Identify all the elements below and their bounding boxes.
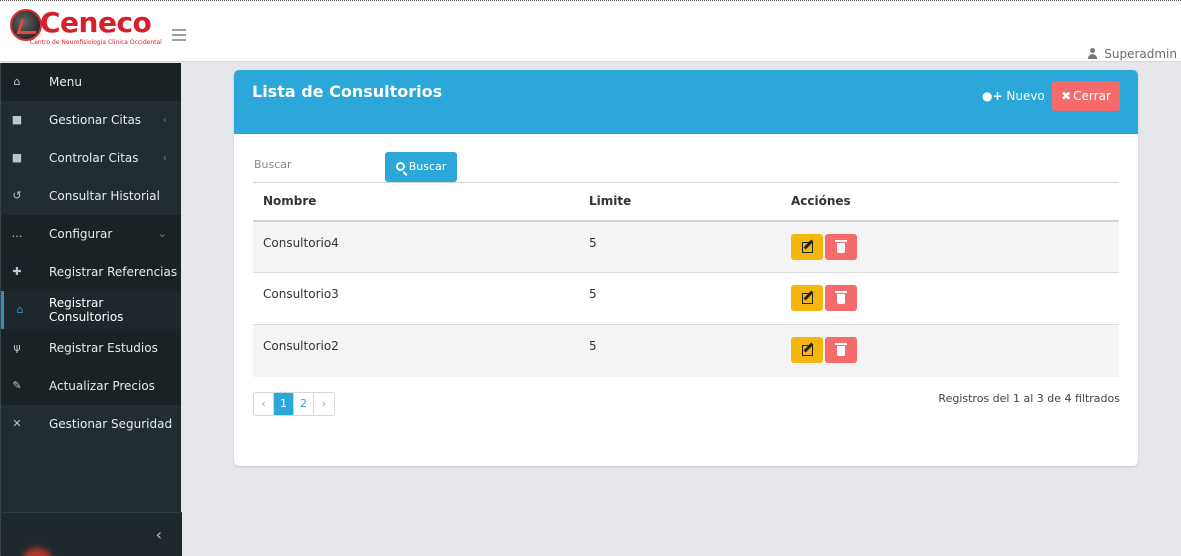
- sidebar-item-gestionar-citas[interactable]: ■ Gestionar Citas ‹: [1, 101, 181, 139]
- sidebar-item-label: Controlar Citas: [49, 151, 139, 165]
- cell-limite: 5: [579, 272, 781, 325]
- top-navbar: Ceneco Centro de Neurofisiología Clínica…: [0, 0, 1181, 62]
- sidebar-item-label: Registrar Estudios: [49, 341, 158, 355]
- clipboard-icon: ■: [11, 151, 23, 164]
- sidebar-item-label: Registrar Referencias: [49, 265, 178, 279]
- cell-nombre: Consultorio2: [253, 324, 579, 377]
- brain-logo-icon: [10, 9, 42, 41]
- sidebar-item-registrar-estudios[interactable]: ψ Registrar Estudios: [1, 329, 181, 367]
- sidebar-item-label: Menu: [49, 75, 82, 89]
- sidebar-item-gestionar-seguridad[interactable]: ✕ Gestionar Seguridad ‹: [1, 405, 181, 443]
- nuevo-button[interactable]: ●+ Nuevo: [982, 83, 1045, 109]
- user-icon: [1088, 48, 1102, 59]
- home-icon: ⌂: [13, 75, 21, 88]
- prev-page-button[interactable]: ‹: [254, 393, 274, 415]
- user-plus-icon: ●+: [982, 89, 1003, 103]
- cell-acciones: [781, 324, 1119, 377]
- delete-button[interactable]: [825, 337, 857, 363]
- sidebar-item-label: Gestionar Citas: [49, 113, 142, 127]
- page-1-button[interactable]: 1: [274, 393, 294, 415]
- consultorios-panel: Lista de Consultorios ●+ Nuevo ✖ Cerrar B…: [234, 70, 1138, 466]
- delete-button[interactable]: [825, 285, 857, 311]
- user-name: Superadmin: [1104, 47, 1177, 61]
- pagination: ‹ 1 2 ›: [253, 392, 335, 416]
- search-input[interactable]: Buscar: [254, 158, 292, 171]
- sidebar-item-configurar[interactable]: … Configurar ⌄: [1, 215, 181, 253]
- collapse-sidebar-icon[interactable]: ‹: [156, 525, 162, 544]
- edit-icon: ✎: [12, 379, 22, 392]
- next-page-button[interactable]: ›: [314, 393, 334, 415]
- chevron-left-icon: ‹: [162, 151, 167, 164]
- sidebar-item-controlar-citas[interactable]: ■ Controlar Citas ‹: [1, 139, 181, 177]
- logo-wordmark: Ceneco: [40, 6, 152, 39]
- hamburger-menu-icon[interactable]: [172, 29, 186, 41]
- column-header-limite[interactable]: Limite: [579, 182, 781, 222]
- buscar-button[interactable]: Buscar: [385, 152, 457, 182]
- consultorios-table: Nombre Limite Acciónes Consultorio4 5 Co…: [253, 182, 1119, 377]
- table-row: Consultorio3 5: [253, 272, 1119, 325]
- ceneco-logo[interactable]: Ceneco Centro de Neurofisiología Clínica…: [6, 5, 166, 55]
- nuevo-label: Nuevo: [1006, 89, 1045, 103]
- sidebar-item-registrar-consultorios[interactable]: ⌂ Registrar Consultorios: [1, 291, 181, 329]
- delete-button[interactable]: [825, 233, 857, 260]
- table-row: Consultorio4 5: [253, 220, 1119, 273]
- cerrar-label: Cerrar: [1073, 89, 1111, 103]
- table-row: Consultorio2 5: [253, 324, 1119, 377]
- records-summary: Registros del 1 al 3 de 4 filtrados: [938, 392, 1120, 405]
- sidebar-item-label: Consultar Historial: [49, 189, 160, 203]
- edit-button[interactable]: [791, 285, 823, 311]
- sidebar-collapse-bar: ‹: [1, 512, 182, 556]
- cell-acciones: [781, 220, 1119, 273]
- cell-limite: 5: [579, 324, 781, 377]
- edit-button[interactable]: [791, 337, 823, 363]
- cerrar-button[interactable]: ✖ Cerrar: [1052, 81, 1120, 111]
- sidebar-item-label: Configurar: [49, 227, 113, 241]
- column-header-nombre[interactable]: Nombre: [253, 182, 579, 222]
- table-header-row: Nombre Limite Acciónes: [253, 182, 1119, 222]
- ellipsis-icon: …: [11, 227, 23, 240]
- user-menu[interactable]: Superadmin: [1088, 47, 1177, 61]
- panel-header: Lista de Consultorios ●+ Nuevo ✖ Cerrar: [234, 70, 1138, 134]
- sidebar: ⌂ Menu ■ Gestionar Citas ‹ ■ Controlar C…: [0, 63, 182, 556]
- chevron-left-icon: ‹: [162, 113, 167, 126]
- cell-acciones: [781, 272, 1119, 325]
- tools-icon: ✕: [12, 417, 22, 430]
- sidebar-item-actualizar-precios[interactable]: ✎ Actualizar Precios: [1, 367, 181, 405]
- clipboard-icon: ■: [11, 113, 23, 126]
- stethoscope-icon: ψ: [13, 341, 21, 354]
- cell-nombre: Consultorio4: [253, 220, 579, 273]
- sidebar-item-label: Gestionar Seguridad: [49, 417, 173, 431]
- decorative-glow: [23, 548, 51, 556]
- sidebar-item-menu[interactable]: ⌂ Menu: [1, 63, 181, 101]
- sidebar-item-label: Actualizar Precios: [49, 379, 155, 393]
- home-icon: ⌂: [16, 303, 24, 316]
- sidebar-item-registrar-referencias[interactable]: ✚ Registrar Referencias: [1, 253, 181, 291]
- logo-subtitle: Centro de Neurofisiología Clínica Occide…: [30, 39, 162, 46]
- history-icon: ↺: [12, 189, 22, 202]
- column-header-acciones: Acciónes: [781, 182, 1119, 222]
- search-icon: [395, 162, 405, 171]
- page-title: Lista de Consultorios: [252, 82, 443, 101]
- user-plus-icon: ✚: [12, 265, 22, 278]
- sidebar-item-label: Registrar Consultorios: [49, 296, 124, 324]
- edit-button[interactable]: [791, 233, 823, 260]
- close-icon: ✖: [1061, 89, 1072, 103]
- cell-limite: 5: [579, 220, 781, 273]
- page-2-button[interactable]: 2: [294, 393, 314, 415]
- sidebar-item-consultar-historial[interactable]: ↺ Consultar Historial: [1, 177, 181, 215]
- chevron-left-icon: ‹: [168, 417, 173, 430]
- buscar-label: Buscar: [408, 160, 447, 173]
- chevron-down-icon: ⌄: [157, 227, 167, 240]
- cell-nombre: Consultorio3: [253, 272, 579, 325]
